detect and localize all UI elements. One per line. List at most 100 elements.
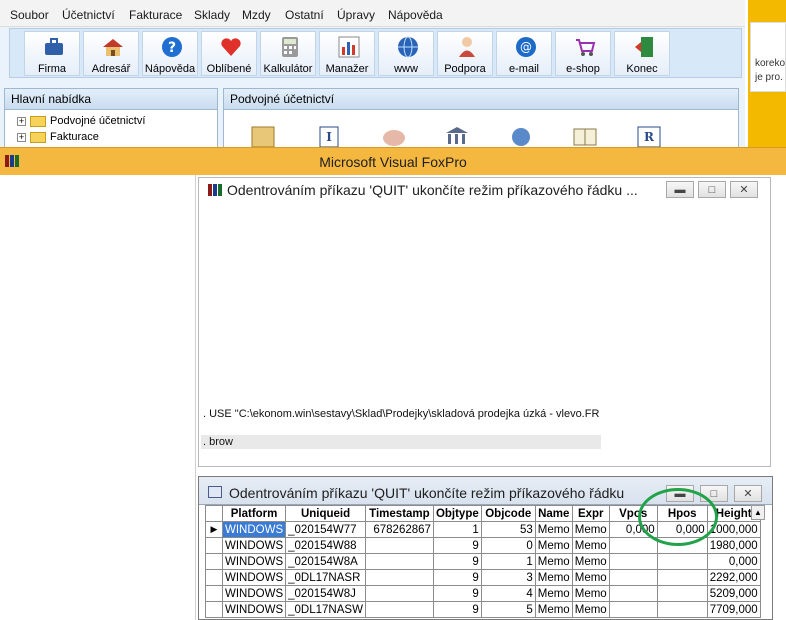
table-cell[interactable]: 2292,000 xyxy=(706,569,761,586)
table-cell[interactable] xyxy=(608,537,658,554)
menu-fakturace[interactable]: Fakturace xyxy=(129,8,182,22)
table-cell[interactable]: WINDOWS xyxy=(221,537,287,554)
column-header[interactable]: Name xyxy=(534,505,573,522)
table-cell[interactable] xyxy=(608,569,658,586)
table-cell[interactable]: 1 xyxy=(480,553,536,570)
table-cell[interactable]: Memo xyxy=(534,521,573,538)
piggy-bank-icon[interactable] xyxy=(381,125,407,147)
table-cell[interactable]: 0 xyxy=(480,537,536,554)
firma-button[interactable]: Firma xyxy=(24,31,80,76)
table-cell[interactable]: WINDOWS xyxy=(221,601,287,618)
table-cell[interactable]: Memo xyxy=(571,537,610,554)
table-cell[interactable]: WINDOWS xyxy=(221,569,287,586)
table-cell[interactable]: _020154W8A xyxy=(285,553,366,570)
table-cell[interactable]: 5 xyxy=(480,601,536,618)
table-cell[interactable]: Memo xyxy=(534,537,573,554)
table-cell[interactable]: 9 xyxy=(432,537,482,554)
table-cell[interactable] xyxy=(364,569,434,586)
scroll-up-button[interactable]: ▲ xyxy=(751,505,765,520)
table-cell[interactable]: Memo xyxy=(571,601,610,618)
table-cell[interactable]: Memo xyxy=(571,553,610,570)
table-cell[interactable]: 7709,000 xyxy=(706,601,761,618)
table-cell[interactable] xyxy=(364,553,434,570)
menu-ostatni[interactable]: Ostatní xyxy=(285,8,324,22)
table-cell[interactable]: 1 xyxy=(432,521,482,538)
command-line[interactable]: . USE "C:\ekonom.win\sestavy\Sklad\Prode… xyxy=(203,408,599,420)
table-cell[interactable] xyxy=(656,553,708,570)
command-line[interactable]: . brow xyxy=(203,436,233,448)
table-cell[interactable]: 53 xyxy=(480,521,536,538)
table-cell[interactable]: _020154W77 xyxy=(285,521,366,538)
column-header[interactable]: Uniqueid xyxy=(285,505,366,522)
napoveda-button[interactable]: ? Nápověda xyxy=(142,31,198,76)
table-cell[interactable] xyxy=(656,601,708,618)
column-header[interactable]: Objcode xyxy=(480,505,536,522)
table-cell[interactable]: Memo xyxy=(534,585,573,602)
close-button[interactable]: ✕ xyxy=(734,485,762,502)
column-header[interactable]: Expr xyxy=(571,505,610,522)
foxpro-titlebar[interactable]: Microsoft Visual FoxPro xyxy=(0,147,786,175)
expand-icon[interactable]: + xyxy=(17,132,26,142)
table-row[interactable]: WINDOWS _0DL17NASR 9 3 Memo Memo 2292,00… xyxy=(205,569,761,586)
table-cell[interactable]: WINDOWS xyxy=(221,553,287,570)
column-header[interactable]: Objtype xyxy=(432,505,482,522)
podpora-button[interactable]: Podpora xyxy=(437,31,493,76)
table-cell[interactable]: Memo xyxy=(571,521,610,538)
konec-button[interactable]: Konec xyxy=(614,31,670,76)
table-cell[interactable]: _020154W88 xyxy=(285,537,366,554)
table-row[interactable]: WINDOWS _0DL17NASW 9 5 Memo Memo 7709,00… xyxy=(205,601,761,618)
column-header[interactable]: Timestamp xyxy=(364,505,434,522)
minimize-button[interactable]: ▬ xyxy=(666,181,694,198)
table-cell[interactable] xyxy=(608,601,658,618)
kalkulator-button[interactable]: Kalkulátor xyxy=(260,31,316,76)
table-cell[interactable]: Memo xyxy=(534,601,573,618)
tree-item-podvojne-ucetnictvi[interactable]: + Podvojné účetnictví xyxy=(17,114,145,128)
tree-item-fakturace[interactable]: + Fakturace xyxy=(17,130,99,144)
adresar-button[interactable]: Adresář xyxy=(83,31,139,76)
email-button[interactable]: @ e-mail xyxy=(496,31,552,76)
table-cell[interactable]: _0DL17NASR xyxy=(285,569,366,586)
eshop-button[interactable]: e-shop xyxy=(555,31,611,76)
manazer-button[interactable]: Manažer xyxy=(319,31,375,76)
table-cell[interactable]: 1980,000 xyxy=(706,537,761,554)
table-cell[interactable]: 9 xyxy=(432,553,482,570)
table-cell[interactable]: 3 xyxy=(480,569,536,586)
www-button[interactable]: www xyxy=(378,31,434,76)
table-cell[interactable]: 9 xyxy=(432,601,482,618)
table-cell[interactable] xyxy=(608,553,658,570)
expand-icon[interactable]: + xyxy=(17,116,26,126)
table-cell[interactable]: _020154W8J xyxy=(285,585,366,602)
bank-icon[interactable] xyxy=(444,125,470,147)
table-cell[interactable]: 9 xyxy=(432,569,482,586)
table-cell[interactable] xyxy=(656,585,708,602)
table-cell[interactable]: 4 xyxy=(480,585,536,602)
table-cell[interactable] xyxy=(656,569,708,586)
menu-sklady[interactable]: Sklady xyxy=(194,8,230,22)
column-header[interactable]: Platform xyxy=(221,505,287,522)
table-cell[interactable]: 9 xyxy=(432,585,482,602)
book-icon[interactable] xyxy=(572,125,598,147)
table-cell[interactable] xyxy=(608,585,658,602)
close-button[interactable]: ✕ xyxy=(730,181,758,198)
report-icon[interactable] xyxy=(508,125,534,147)
menu-napoveda[interactable]: Nápověda xyxy=(388,8,443,22)
table-cell[interactable]: 678262867 xyxy=(364,521,434,538)
command-window-titlebar[interactable]: Odentrováním příkazu 'QUIT' ukončíte rež… xyxy=(199,178,770,202)
menu-mzdy[interactable]: Mzdy xyxy=(242,8,271,22)
table-cell[interactable]: WINDOWS xyxy=(221,585,287,602)
table-cell[interactable] xyxy=(364,585,434,602)
table-cell[interactable]: Memo xyxy=(571,585,610,602)
table-row[interactable]: WINDOWS _020154W8A 9 1 Memo Memo 0,000 xyxy=(205,553,761,570)
table-cell[interactable]: Memo xyxy=(571,569,610,586)
journal-icon[interactable]: I xyxy=(316,125,342,147)
table-cell[interactable] xyxy=(364,601,434,618)
table-cell[interactable]: Memo xyxy=(534,553,573,570)
menu-upravy[interactable]: Úpravy xyxy=(337,8,375,22)
ledger-icon[interactable] xyxy=(250,125,276,147)
menu-ucetnictvi[interactable]: Účetnictví xyxy=(62,8,115,22)
table-cell[interactable]: WINDOWS xyxy=(221,521,287,538)
table-cell[interactable]: Memo xyxy=(534,569,573,586)
table-cell[interactable] xyxy=(364,537,434,554)
command-window[interactable]: Odentrováním příkazu 'QUIT' ukončíte rež… xyxy=(198,177,771,467)
table-cell[interactable]: _0DL17NASW xyxy=(285,601,366,618)
